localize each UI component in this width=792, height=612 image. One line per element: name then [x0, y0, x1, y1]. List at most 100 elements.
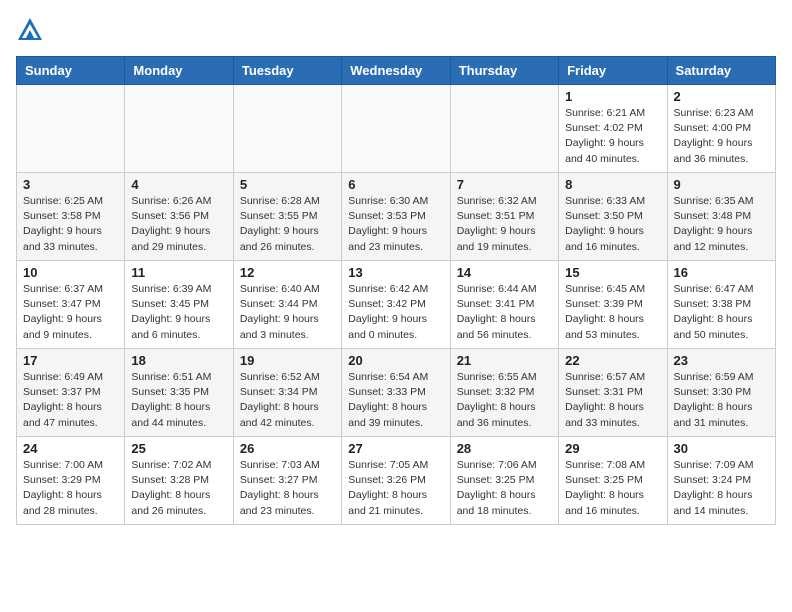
day-number: 24 — [23, 441, 118, 456]
day-number: 27 — [348, 441, 443, 456]
calendar-cell — [233, 85, 341, 173]
day-number: 6 — [348, 177, 443, 192]
calendar-cell — [342, 85, 450, 173]
calendar-cell: 10Sunrise: 6:37 AM Sunset: 3:47 PM Dayli… — [17, 261, 125, 349]
day-number: 10 — [23, 265, 118, 280]
day-number: 28 — [457, 441, 552, 456]
calendar-header-saturday: Saturday — [667, 57, 775, 85]
day-info: Sunrise: 7:00 AM Sunset: 3:29 PM Dayligh… — [23, 458, 118, 519]
calendar-cell: 9 Sunrise: 6:35 AM Sunset: 3:48 PM Daylig… — [667, 173, 775, 261]
day-number: 13 — [348, 265, 443, 280]
calendar-cell: 26 Sunrise: 7:03 AM Sunset: 3:27 PM Dayli… — [233, 437, 341, 525]
calendar-header-row: SundayMondayTuesdayWednesdayThursdayFrid… — [17, 57, 776, 85]
day-number: 19 — [240, 353, 335, 368]
day-number: 29 — [565, 441, 660, 456]
calendar-week-2: 3Sunrise: 6:25 AM Sunset: 3:58 PM Daylig… — [17, 173, 776, 261]
logo — [16, 16, 48, 44]
day-info: Sunrise: 6:26 AM Sunset: 3:56 PM Dayligh… — [131, 194, 226, 255]
calendar-cell: 30 Sunrise: 7:09 AM Sunset: 3:24 PM Dayli… — [667, 437, 775, 525]
calendar-week-5: 24 Sunrise: 7:00 AM Sunset: 3:29 PM Dayli… — [17, 437, 776, 525]
calendar-cell: 22 Sunrise: 6:57 AM Sunset: 3:31 PM Dayli… — [559, 349, 667, 437]
day-number: 16 — [674, 265, 769, 280]
logo-icon — [16, 16, 44, 44]
day-number: 9 — [674, 177, 769, 192]
calendar-week-3: 10Sunrise: 6:37 AM Sunset: 3:47 PM Dayli… — [17, 261, 776, 349]
day-number: 7 — [457, 177, 552, 192]
day-info: Sunrise: 6:35 AM Sunset: 3:48 PM Dayligh… — [674, 194, 769, 255]
day-number: 30 — [674, 441, 769, 456]
calendar-cell: 4 Sunrise: 6:26 AM Sunset: 3:56 PM Daylig… — [125, 173, 233, 261]
calendar-cell — [125, 85, 233, 173]
day-info: Sunrise: 6:47 AM Sunset: 3:38 PM Dayligh… — [674, 282, 769, 343]
day-info: Sunrise: 6:52 AM Sunset: 3:34 PM Dayligh… — [240, 370, 335, 431]
day-number: 18 — [131, 353, 226, 368]
calendar-cell: 14 Sunrise: 6:44 AM Sunset: 3:41 PM Dayli… — [450, 261, 558, 349]
calendar-cell: 27 Sunrise: 7:05 AM Sunset: 3:26 PM Dayli… — [342, 437, 450, 525]
day-number: 4 — [131, 177, 226, 192]
day-info: Sunrise: 6:28 AM Sunset: 3:55 PM Dayligh… — [240, 194, 335, 255]
calendar-header-thursday: Thursday — [450, 57, 558, 85]
day-info: Sunrise: 7:06 AM Sunset: 3:25 PM Dayligh… — [457, 458, 552, 519]
calendar-cell: 7 Sunrise: 6:32 AM Sunset: 3:51 PM Daylig… — [450, 173, 558, 261]
calendar-cell: 19 Sunrise: 6:52 AM Sunset: 3:34 PM Dayli… — [233, 349, 341, 437]
day-number: 1 — [565, 89, 660, 104]
day-number: 23 — [674, 353, 769, 368]
calendar-cell: 11 Sunrise: 6:39 AM Sunset: 3:45 PM Dayli… — [125, 261, 233, 349]
day-info: Sunrise: 7:05 AM Sunset: 3:26 PM Dayligh… — [348, 458, 443, 519]
day-info: Sunrise: 6:39 AM Sunset: 3:45 PM Dayligh… — [131, 282, 226, 343]
calendar-cell: 12 Sunrise: 6:40 AM Sunset: 3:44 PM Dayli… — [233, 261, 341, 349]
day-info: Sunrise: 6:45 AM Sunset: 3:39 PM Dayligh… — [565, 282, 660, 343]
day-info: Sunrise: 6:54 AM Sunset: 3:33 PM Dayligh… — [348, 370, 443, 431]
calendar-cell: 8Sunrise: 6:33 AM Sunset: 3:50 PM Daylig… — [559, 173, 667, 261]
day-number: 14 — [457, 265, 552, 280]
day-number: 11 — [131, 265, 226, 280]
day-info: Sunrise: 6:57 AM Sunset: 3:31 PM Dayligh… — [565, 370, 660, 431]
page-header — [16, 16, 776, 44]
calendar-cell: 17 Sunrise: 6:49 AM Sunset: 3:37 PM Dayli… — [17, 349, 125, 437]
day-info: Sunrise: 6:42 AM Sunset: 3:42 PM Dayligh… — [348, 282, 443, 343]
calendar-cell: 16 Sunrise: 6:47 AM Sunset: 3:38 PM Dayli… — [667, 261, 775, 349]
calendar-cell: 29 Sunrise: 7:08 AM Sunset: 3:25 PM Dayli… — [559, 437, 667, 525]
day-info: Sunrise: 6:49 AM Sunset: 3:37 PM Dayligh… — [23, 370, 118, 431]
day-info: Sunrise: 7:03 AM Sunset: 3:27 PM Dayligh… — [240, 458, 335, 519]
day-info: Sunrise: 7:09 AM Sunset: 3:24 PM Dayligh… — [674, 458, 769, 519]
calendar-cell: 2 Sunrise: 6:23 AM Sunset: 4:00 PM Daylig… — [667, 85, 775, 173]
day-info: Sunrise: 6:21 AM Sunset: 4:02 PM Dayligh… — [565, 106, 660, 167]
day-info: Sunrise: 6:32 AM Sunset: 3:51 PM Dayligh… — [457, 194, 552, 255]
calendar-cell: 18 Sunrise: 6:51 AM Sunset: 3:35 PM Dayli… — [125, 349, 233, 437]
day-number: 3 — [23, 177, 118, 192]
calendar-cell: 23 Sunrise: 6:59 AM Sunset: 3:30 PM Dayli… — [667, 349, 775, 437]
calendar-cell: 13 Sunrise: 6:42 AM Sunset: 3:42 PM Dayli… — [342, 261, 450, 349]
calendar-header-monday: Monday — [125, 57, 233, 85]
day-number: 12 — [240, 265, 335, 280]
day-info: Sunrise: 6:51 AM Sunset: 3:35 PM Dayligh… — [131, 370, 226, 431]
calendar-cell: 15 Sunrise: 6:45 AM Sunset: 3:39 PM Dayli… — [559, 261, 667, 349]
calendar-cell: 24 Sunrise: 7:00 AM Sunset: 3:29 PM Dayli… — [17, 437, 125, 525]
day-number: 15 — [565, 265, 660, 280]
day-info: Sunrise: 6:40 AM Sunset: 3:44 PM Dayligh… — [240, 282, 335, 343]
day-info: Sunrise: 7:08 AM Sunset: 3:25 PM Dayligh… — [565, 458, 660, 519]
calendar-header-tuesday: Tuesday — [233, 57, 341, 85]
calendar-week-1: 1 Sunrise: 6:21 AM Sunset: 4:02 PM Daylig… — [17, 85, 776, 173]
day-info: Sunrise: 6:23 AM Sunset: 4:00 PM Dayligh… — [674, 106, 769, 167]
day-number: 26 — [240, 441, 335, 456]
day-number: 21 — [457, 353, 552, 368]
day-info: Sunrise: 6:44 AM Sunset: 3:41 PM Dayligh… — [457, 282, 552, 343]
calendar-cell — [17, 85, 125, 173]
day-info: Sunrise: 7:02 AM Sunset: 3:28 PM Dayligh… — [131, 458, 226, 519]
calendar-cell: 28 Sunrise: 7:06 AM Sunset: 3:25 PM Dayli… — [450, 437, 558, 525]
day-number: 25 — [131, 441, 226, 456]
calendar-header-wednesday: Wednesday — [342, 57, 450, 85]
calendar-cell: 5Sunrise: 6:28 AM Sunset: 3:55 PM Daylig… — [233, 173, 341, 261]
day-info: Sunrise: 6:55 AM Sunset: 3:32 PM Dayligh… — [457, 370, 552, 431]
day-number: 17 — [23, 353, 118, 368]
day-number: 22 — [565, 353, 660, 368]
day-number: 20 — [348, 353, 443, 368]
calendar-cell: 1 Sunrise: 6:21 AM Sunset: 4:02 PM Daylig… — [559, 85, 667, 173]
day-info: Sunrise: 6:33 AM Sunset: 3:50 PM Dayligh… — [565, 194, 660, 255]
calendar: SundayMondayTuesdayWednesdayThursdayFrid… — [16, 56, 776, 525]
day-info: Sunrise: 6:59 AM Sunset: 3:30 PM Dayligh… — [674, 370, 769, 431]
day-number: 2 — [674, 89, 769, 104]
calendar-header-friday: Friday — [559, 57, 667, 85]
calendar-cell: 25 Sunrise: 7:02 AM Sunset: 3:28 PM Dayli… — [125, 437, 233, 525]
